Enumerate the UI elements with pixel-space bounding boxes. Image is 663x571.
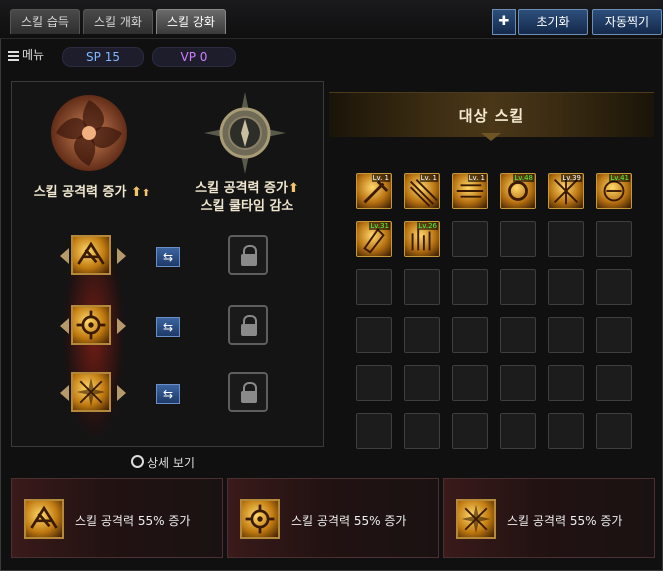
effect-card-1[interactable]: 스킬 공격력 55% 증가 (11, 478, 223, 558)
empty-skill-slot[interactable] (596, 317, 632, 353)
auto-assign-button[interactable]: 자동찍기 (592, 9, 662, 35)
empty-skill-slot[interactable] (500, 413, 536, 449)
swap-button-3[interactable]: ⇆ (156, 384, 180, 404)
skill-level-badge: Lv. 1 (467, 174, 486, 182)
empty-skill-slot[interactable] (452, 365, 488, 401)
locked-slot-1[interactable] (228, 235, 268, 275)
empty-skill-slot[interactable] (548, 317, 584, 353)
target-skill-slot[interactable]: Lv.48 (500, 173, 536, 209)
empty-skill-slot[interactable] (500, 365, 536, 401)
empty-skill-slot[interactable] (452, 221, 488, 257)
skill-level-badge: Lv.41 (609, 174, 630, 182)
blade-burst-icon[interactable] (71, 235, 111, 275)
up-arrow-icon: ⬆ (131, 185, 142, 200)
empty-skill-slot[interactable] (500, 221, 536, 257)
gear-burst-icon (240, 499, 280, 539)
skill-level-badge: Lv.48 (513, 174, 534, 182)
empty-skill-slot[interactable] (596, 221, 632, 257)
empty-skill-slot[interactable] (404, 269, 440, 305)
up-arrow-small-icon: ⬆ (141, 188, 151, 199)
swap-icon: ⇆ (162, 320, 174, 334)
target-skill-header: 대상 스킬 (329, 92, 654, 141)
empty-skill-slot[interactable] (404, 365, 440, 401)
swap-icon: ⇆ (162, 250, 174, 264)
star-burst-icon (456, 499, 496, 539)
blade-burst-icon (24, 499, 64, 539)
target-skill-title: 대상 스킬 (458, 107, 525, 125)
target-skill-slot[interactable]: Lv.31 (356, 221, 392, 257)
skill-level-badge: Lv.39 (561, 174, 582, 182)
effect-text: 스킬 공격력 55% 증가 (75, 514, 191, 528)
empty-skill-slot[interactable] (548, 365, 584, 401)
empty-skill-slot[interactable] (404, 317, 440, 353)
effect-text: 스킬 공격력 55% 증가 (507, 514, 623, 528)
tab-skill-learn[interactable]: 스킬 습득 (10, 9, 80, 34)
target-skill-slot[interactable]: Lv. 1 (356, 173, 392, 209)
target-skill-slot[interactable]: Lv.39 (548, 173, 584, 209)
swap-icon: ⇆ (162, 387, 174, 401)
skill-level-badge: Lv.26 (417, 222, 438, 230)
skill-level-badge: Lv. 1 (419, 174, 438, 182)
empty-skill-slot[interactable] (596, 269, 632, 305)
detail-view-label: 상세 보기 (147, 456, 195, 470)
magnifier-icon (131, 455, 144, 468)
empty-skill-slot[interactable] (452, 317, 488, 353)
skill-level-badge: Lv. 1 (371, 174, 390, 182)
effect-card-2[interactable]: 스킬 공격력 55% 증가 (227, 478, 439, 558)
empty-skill-slot[interactable] (548, 221, 584, 257)
empty-skill-slot[interactable] (356, 413, 392, 449)
gear-burst-icon[interactable] (71, 305, 111, 345)
menu-button[interactable]: 메뉴 (8, 46, 44, 63)
empty-skill-slot[interactable] (596, 413, 632, 449)
sp-counter: SP 15 (62, 47, 144, 67)
empty-skill-slot[interactable] (356, 317, 392, 353)
target-skill-slot[interactable]: Lv.26 (404, 221, 440, 257)
empty-skill-slot[interactable] (596, 365, 632, 401)
menu-row: 메뉴 SP 15 VP 0 (0, 42, 663, 68)
empty-skill-slot[interactable] (500, 317, 536, 353)
effect-card-3[interactable]: 스킬 공격력 55% 증가 (443, 478, 655, 558)
header-tip (481, 133, 501, 141)
empty-skill-slot[interactable] (404, 413, 440, 449)
target-skill-slot[interactable]: Lv. 1 (452, 173, 488, 209)
enhance-title-attack-cooldown: 스킬 공격력 증가⬆ 스킬 쿨타임 감소 (195, 181, 299, 214)
effect-text: 스킬 공격력 55% 증가 (291, 514, 407, 528)
skill-level-badge: Lv.31 (369, 222, 390, 230)
locked-slot-2[interactable] (228, 305, 268, 345)
detail-view-link[interactable]: 상세 보기 (131, 454, 195, 471)
empty-skill-slot[interactable] (356, 365, 392, 401)
compass-emblem-icon (202, 90, 288, 176)
empty-skill-slot[interactable] (548, 413, 584, 449)
pin-button[interactable]: ✚ (492, 9, 516, 35)
tab-skill-bloom[interactable]: 스킬 개화 (83, 9, 153, 34)
swirl-emblem-icon (48, 92, 130, 174)
empty-skill-slot[interactable] (452, 269, 488, 305)
target-skill-slot[interactable]: Lv.41 (596, 173, 632, 209)
vp-counter: VP 0 (152, 47, 236, 67)
up-arrow-icon: ⬆ (287, 181, 299, 196)
empty-skill-slot[interactable] (356, 269, 392, 305)
pin-icon: ✚ (498, 14, 510, 29)
tab-skill-enhance[interactable]: 스킬 강화 (156, 9, 226, 34)
enhance-title-attack: 스킬 공격력 증가 ⬆⬆ (33, 185, 151, 200)
tab-bar: 스킬 습득 스킬 개화 스킬 강화 ✚ 초기화 자동찍기 (0, 0, 663, 39)
enhance-panel: 스킬 공격력 증가 ⬆⬆ 스킬 공격력 증가⬆ 스킬 쿨타임 감소 ⇆ ⇆ ⇆ (11, 81, 324, 447)
menu-icon (8, 49, 19, 63)
swap-button-1[interactable]: ⇆ (156, 247, 180, 267)
target-skill-slot[interactable]: Lv. 1 (404, 173, 440, 209)
locked-slot-3[interactable] (228, 372, 268, 412)
star-burst-icon[interactable] (71, 372, 111, 412)
menu-label: 메뉴 (22, 48, 45, 62)
empty-skill-slot[interactable] (500, 269, 536, 305)
empty-skill-slot[interactable] (548, 269, 584, 305)
reset-button[interactable]: 초기화 (518, 9, 588, 35)
empty-skill-slot[interactable] (452, 413, 488, 449)
swap-button-2[interactable]: ⇆ (156, 317, 180, 337)
